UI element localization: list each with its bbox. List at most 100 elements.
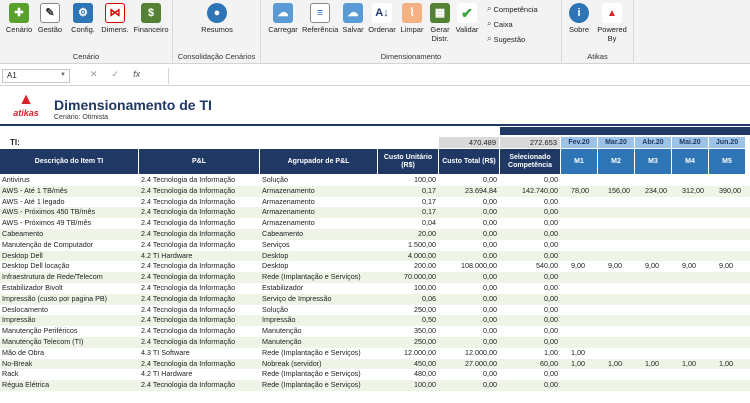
cell-m1[interactable] [561, 251, 598, 262]
cell-ct[interactable]: 0,00 [439, 240, 500, 251]
cell-m2[interactable] [598, 369, 635, 380]
competencia-button[interactable]: ⌕ Competência [487, 4, 538, 14]
month-label[interactable]: Abr.20 [635, 137, 671, 148]
cell-cu[interactable]: 100,00 [378, 283, 439, 294]
cell-cu[interactable]: 250,00 [378, 305, 439, 316]
cell-cu[interactable]: 70.000,00 [378, 272, 439, 283]
cell-m3[interactable]: 9,00 [635, 261, 672, 272]
cell-m4[interactable] [672, 251, 709, 262]
cell-m5[interactable] [709, 369, 746, 380]
cell-m1[interactable] [561, 305, 598, 316]
cell-m4[interactable] [672, 197, 709, 208]
cell-a[interactable]: Rede (Implantação e Serviços) [260, 272, 378, 283]
cell-p[interactable]: 4.3 TI Software [139, 348, 260, 359]
cell-m2[interactable]: 1,00 [598, 359, 635, 370]
cell-m3[interactable] [635, 175, 672, 186]
cell-d[interactable]: Rack [0, 369, 139, 380]
cell-m2[interactable] [598, 240, 635, 251]
dimens-button[interactable]: ⋈ Dimens. [100, 3, 130, 34]
cell-m4[interactable]: 312,00 [672, 186, 709, 197]
cell-m3[interactable] [635, 315, 672, 326]
cell-cu[interactable]: 20,00 [378, 229, 439, 240]
cell-m2[interactable]: 9,00 [598, 261, 635, 272]
cell-m4[interactable] [672, 369, 709, 380]
cell-a[interactable]: Armazenamento [260, 197, 378, 208]
cell-m5[interactable] [709, 272, 746, 283]
cell-ct[interactable]: 0,00 [439, 272, 500, 283]
col-m1[interactable]: M1 [561, 149, 598, 174]
carregar-button[interactable]: ☁ Carregar [265, 3, 301, 34]
cell-a[interactable]: Solução [260, 305, 378, 316]
cell-s[interactable]: 60,00 [500, 359, 561, 370]
function-icon[interactable]: fx [133, 69, 140, 80]
total-selecionado[interactable]: 272.653 [500, 137, 560, 148]
cell-m1[interactable] [561, 229, 598, 240]
cell-s[interactable]: 0,00 [500, 251, 561, 262]
total-custo[interactable]: 470.489 [439, 137, 499, 148]
cell-m5[interactable] [709, 326, 746, 337]
cell-m4[interactable] [672, 305, 709, 316]
cell-m5[interactable]: 390,00 [709, 186, 746, 197]
cell-s[interactable]: 0,00 [500, 337, 561, 348]
cell-d[interactable]: Régua Elétrica [0, 380, 139, 391]
cell-s[interactable]: 0,00 [500, 197, 561, 208]
cell-m3[interactable] [635, 348, 672, 359]
cell-p[interactable]: 2.4 Tecnologia da Informação [139, 261, 260, 272]
cell-s[interactable]: 1,00 [500, 348, 561, 359]
cell-a[interactable]: Rede (Implantação e Serviços) [260, 380, 378, 391]
cell-ct[interactable]: 0,00 [439, 197, 500, 208]
cell-m2[interactable] [598, 294, 635, 305]
cell-s[interactable]: 0,00 [500, 175, 561, 186]
cell-m2[interactable] [598, 218, 635, 229]
cell-cu[interactable]: 0,06 [378, 294, 439, 305]
cell-m4[interactable]: 1,00 [672, 359, 709, 370]
cell-s[interactable]: 0,00 [500, 272, 561, 283]
cell-m4[interactable] [672, 272, 709, 283]
col-pl[interactable]: P&L [139, 149, 260, 174]
cell-d[interactable]: AWS - Próximos 49 TB/mês [0, 218, 139, 229]
cell-m3[interactable] [635, 294, 672, 305]
cell-ct[interactable]: 0,00 [439, 337, 500, 348]
formula-input[interactable] [168, 68, 748, 84]
cell-m4[interactable]: 9,00 [672, 261, 709, 272]
cell-m1[interactable] [561, 207, 598, 218]
cell-a[interactable]: Desktop [260, 261, 378, 272]
cell-m3[interactable] [635, 369, 672, 380]
col-m3[interactable]: M3 [635, 149, 672, 174]
cell-p[interactable]: 2.4 Tecnologia da Informação [139, 294, 260, 305]
cell-m5[interactable] [709, 175, 746, 186]
cell-ct[interactable]: 0,00 [439, 175, 500, 186]
cell-m1[interactable] [561, 197, 598, 208]
cell-m5[interactable] [709, 315, 746, 326]
cell-m4[interactable] [672, 229, 709, 240]
sugestao-button[interactable]: ⌕ Sugestão [487, 34, 525, 44]
cell-s[interactable]: 540,00 [500, 261, 561, 272]
cell-p[interactable]: 2.4 Tecnologia da Informação [139, 305, 260, 316]
cell-m1[interactable] [561, 380, 598, 391]
cell-m2[interactable] [598, 315, 635, 326]
gestao-button[interactable]: ✎ Gestão [36, 3, 64, 34]
cell-p[interactable]: 4.2 TI Hardware [139, 369, 260, 380]
cell-cu[interactable]: 350,00 [378, 326, 439, 337]
cell-m3[interactable] [635, 305, 672, 316]
cell-m1[interactable] [561, 315, 598, 326]
cell-ct[interactable]: 0,00 [439, 251, 500, 262]
validar-button[interactable]: ✔ Validar [454, 3, 480, 34]
cell-m4[interactable] [672, 380, 709, 391]
cell-a[interactable]: Serviços [260, 240, 378, 251]
cell-ct[interactable]: 23.694,84 [439, 186, 500, 197]
cell-p[interactable]: 2.4 Tecnologia da Informação [139, 380, 260, 391]
cell-m4[interactable] [672, 240, 709, 251]
cell-m2[interactable] [598, 305, 635, 316]
cell-m2[interactable] [598, 380, 635, 391]
cell-m4[interactable] [672, 326, 709, 337]
cell-s[interactable]: 0,00 [500, 305, 561, 316]
cell-p[interactable]: 2.4 Tecnologia da Informação [139, 240, 260, 251]
cell-ct[interactable]: 0,00 [439, 326, 500, 337]
cell-ct[interactable]: 108.000,00 [439, 261, 500, 272]
cell-m4[interactable] [672, 315, 709, 326]
cell-a[interactable]: Armazenamento [260, 218, 378, 229]
cell-cu[interactable]: 450,00 [378, 359, 439, 370]
cell-s[interactable]: 0,00 [500, 207, 561, 218]
cenario-button[interactable]: ✚ Cenário [4, 3, 34, 34]
